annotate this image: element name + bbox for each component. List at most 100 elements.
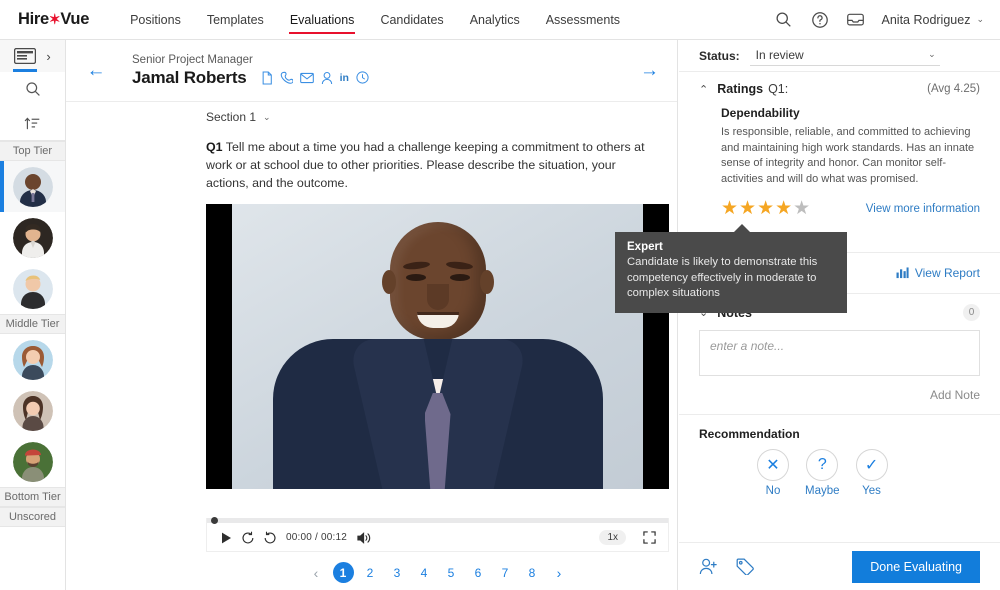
note-input[interactable] — [699, 330, 980, 376]
question-mark-icon: ? — [806, 449, 839, 481]
logo-star-icon: ✶ — [48, 10, 61, 27]
add-note-button[interactable]: Add Note — [699, 388, 980, 402]
view-more-information-link[interactable]: View more information — [866, 203, 980, 215]
candidate-header: ← Senior Project Manager Jamal Roberts i… — [66, 40, 677, 102]
sidebar-candidate-6[interactable] — [0, 436, 65, 487]
ratings-average: (Avg 4.25) — [927, 83, 980, 95]
avatar — [12, 217, 53, 258]
sidebar-candidate-3[interactable] — [0, 263, 65, 314]
help-icon[interactable] — [810, 10, 830, 30]
logo-text-vue: Vue — [60, 10, 90, 28]
recommendation-options: ✕ No ? Maybe ✓ Yes — [757, 449, 980, 497]
next-candidate-arrow-icon[interactable]: → — [640, 60, 659, 82]
nav-item-analytics[interactable]: Analytics — [457, 0, 533, 40]
pagination-page-4[interactable]: 4 — [414, 562, 435, 583]
section-selector[interactable]: Section 1 ⌄ — [206, 110, 271, 124]
video-frame — [232, 204, 643, 489]
sidebar-candidate-4[interactable] — [0, 334, 65, 385]
ratings-section: ⌃ Ratings Q1: (Avg 4.25) Dependability I… — [679, 72, 1000, 226]
add-user-icon[interactable] — [699, 558, 718, 575]
question-pagination: ‹ 1 2 3 4 5 6 7 8 › — [206, 562, 669, 583]
status-value: In review — [755, 47, 804, 62]
chevron-down-icon: ⌄ — [928, 49, 936, 59]
sidebar-candidate-2[interactable] — [0, 212, 65, 263]
avatar — [12, 339, 53, 380]
nav-item-candidates[interactable]: Candidates — [367, 0, 456, 40]
avatar — [12, 441, 53, 482]
candidate-name: Jamal Roberts — [132, 67, 247, 87]
star-rating[interactable]: ★★★★★ — [721, 197, 811, 220]
tooltip-title: Expert — [627, 241, 663, 253]
clock-icon[interactable] — [356, 71, 369, 84]
user-menu[interactable]: Anita Rodriguez ⌄ — [882, 13, 985, 27]
pagination-prev[interactable]: ‹ — [306, 562, 327, 583]
nav-item-evaluations[interactable]: Evaluations — [277, 0, 368, 40]
document-icon[interactable] — [261, 70, 273, 85]
list-view-icon[interactable] — [13, 48, 38, 72]
volume-icon[interactable] — [354, 527, 376, 549]
play-icon[interactable] — [215, 527, 237, 549]
sidebar-candidate-5[interactable] — [0, 385, 65, 436]
status-dropdown[interactable]: In review ⌄ — [749, 46, 940, 66]
sidebar-search-icon[interactable] — [0, 72, 65, 106]
pagination-page-6[interactable]: 6 — [468, 562, 489, 583]
pagination-page-7[interactable]: 7 — [495, 562, 516, 583]
recommendation-yes-button[interactable]: ✓ Yes — [855, 449, 888, 497]
status-label: Status: — [699, 48, 740, 63]
star-rating-row: ★★★★★ View more information — [721, 197, 980, 220]
video-controls-bar: 00:00 / 00:12 1x — [206, 517, 669, 552]
search-icon[interactable] — [774, 10, 794, 30]
recommendation-title: Recommendation — [699, 427, 800, 441]
ratings-header[interactable]: ⌃ Ratings Q1: (Avg 4.25) — [699, 82, 980, 96]
section-label: Section 1 — [206, 110, 257, 124]
pagination-next[interactable]: › — [549, 562, 570, 583]
person-icon[interactable] — [321, 71, 333, 85]
sidebar-sort-icon[interactable] — [0, 106, 65, 140]
notes-count-badge: 0 — [963, 304, 980, 321]
nav-item-positions[interactable]: Positions — [117, 0, 194, 40]
sidebar-candidate-1[interactable] — [0, 161, 65, 212]
question-text: Q1 Tell me about a time you had a challe… — [206, 138, 657, 192]
done-evaluating-button[interactable]: Done Evaluating — [852, 550, 980, 583]
pagination-page-5[interactable]: 5 — [441, 562, 462, 583]
view-report-link[interactable]: View Report — [896, 266, 980, 280]
expand-sidebar-chevron-icon[interactable]: › — [46, 49, 50, 64]
tag-icon[interactable] — [736, 558, 755, 575]
nav-item-assessments[interactable]: Assessments — [533, 0, 633, 40]
tooltip-body: Candidate is likely to demonstrate this … — [627, 256, 818, 299]
playback-speed-button[interactable]: 1x — [599, 530, 626, 545]
video-figure-torso — [272, 339, 603, 489]
email-icon[interactable] — [299, 72, 314, 84]
pagination-page-8[interactable]: 8 — [522, 562, 543, 583]
tier-label-unscored: Unscored — [0, 507, 65, 527]
hirevue-logo[interactable]: Hire ✶ Vue — [18, 10, 89, 29]
question-block: Q1 Tell me about a time you had a challe… — [66, 132, 677, 192]
logo-text-hire: Hire — [18, 10, 49, 28]
previous-candidate-arrow-icon[interactable]: ← — [82, 60, 110, 82]
section-selector-row: Section 1 ⌄ — [66, 102, 677, 132]
recommendation-no-label: No — [765, 485, 781, 497]
recommendation-maybe-button[interactable]: ? Maybe — [805, 449, 840, 497]
rewind-icon[interactable] — [237, 527, 259, 549]
ratings-title: Ratings — [717, 82, 764, 96]
inbox-icon[interactable] — [846, 10, 866, 30]
candidate-info: Senior Project Manager Jamal Roberts in — [132, 54, 369, 88]
chevron-down-icon: ⌄ — [263, 111, 271, 122]
interview-video-player[interactable] — [206, 204, 669, 489]
pagination-page-1[interactable]: 1 — [332, 562, 354, 583]
recommendation-yes-label: Yes — [862, 485, 881, 497]
fullscreen-icon[interactable] — [638, 527, 660, 549]
pagination-page-3[interactable]: 3 — [387, 562, 408, 583]
evaluation-side-panel: Status: In review ⌄ ⌃ Ratings Q1: (Avg 4… — [679, 40, 1000, 590]
nav-item-templates[interactable]: Templates — [194, 0, 277, 40]
tier-label-bottom: Bottom Tier — [0, 487, 65, 507]
phone-icon[interactable] — [280, 71, 293, 85]
forward-icon[interactable] — [259, 527, 281, 549]
candidate-video-figure — [381, 222, 494, 380]
check-icon: ✓ — [855, 449, 888, 481]
linkedin-icon[interactable]: in — [340, 72, 349, 84]
pagination-page-2[interactable]: 2 — [360, 562, 381, 583]
competency-description: Is responsible, reliable, and committed … — [721, 126, 975, 185]
tooltip-arrow — [733, 224, 751, 233]
recommendation-no-button[interactable]: ✕ No — [757, 449, 789, 497]
